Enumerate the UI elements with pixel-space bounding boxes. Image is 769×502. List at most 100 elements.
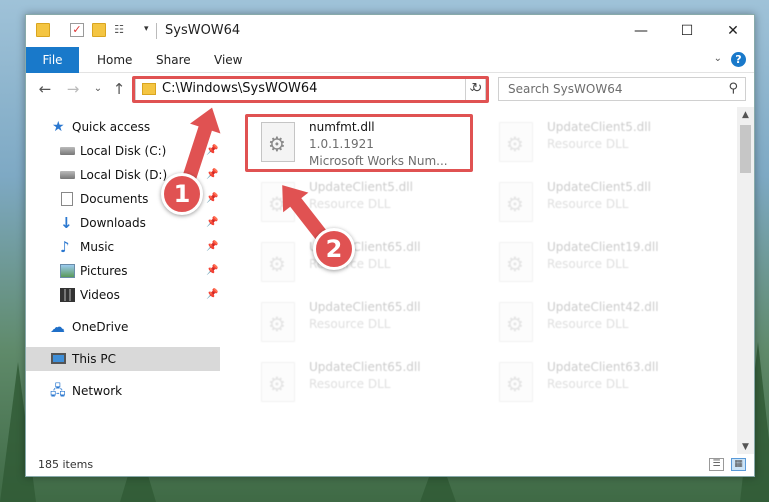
pin-icon[interactable]: 📌 bbox=[206, 289, 218, 300]
scroll-up-icon[interactable]: ▲ bbox=[737, 107, 754, 123]
item-count: 185 items bbox=[38, 458, 94, 471]
pin-icon[interactable]: 📌 bbox=[206, 265, 218, 276]
explorer-window: ✓ ☷ ▾ SysWOW64 — ☐ ✕ File Home Share Vie… bbox=[25, 14, 755, 477]
file-name: UpdateClient63.dll bbox=[547, 360, 659, 374]
pin-icon[interactable]: 📌 bbox=[206, 145, 218, 156]
close-button[interactable]: ✕ bbox=[710, 15, 754, 47]
network-icon: 🖧 bbox=[50, 383, 66, 399]
qat-dropdown-icon[interactable]: ▾ bbox=[144, 24, 149, 34]
sidebar-item-downloads[interactable]: ↓ Downloads 📌 bbox=[26, 211, 220, 235]
navigation-bar: ← → ⌄ ↑ C:\Windows\SysWOW64 ⌄ ↻ Search S… bbox=[26, 74, 754, 105]
pin-icon[interactable]: 📌 bbox=[206, 193, 218, 204]
file-name: UpdateClient19.dll bbox=[547, 240, 659, 254]
music-icon: ♪ bbox=[60, 238, 70, 256]
up-arrow-icon[interactable]: ↑ bbox=[110, 79, 128, 99]
back-arrow-icon[interactable]: ← bbox=[36, 79, 54, 99]
file-description: Resource DLL bbox=[547, 257, 629, 271]
tab-file[interactable]: File bbox=[26, 47, 79, 73]
sidebar-item-label: Downloads bbox=[80, 216, 146, 230]
ribbon-tabs: File Home Share View ⌄ ? bbox=[26, 47, 754, 73]
minimize-button[interactable]: — bbox=[618, 15, 664, 47]
file-tile[interactable]: UpdateClient65.dll Resource DLL bbox=[249, 297, 479, 355]
maximize-button[interactable]: ☐ bbox=[664, 15, 710, 47]
sidebar-item-label: This PC bbox=[72, 352, 116, 366]
cloud-icon: ☁ bbox=[50, 318, 65, 336]
sidebar-item-label: OneDrive bbox=[72, 320, 129, 334]
details-view-icon[interactable]: ☰ bbox=[709, 458, 724, 471]
pin-icon[interactable]: 📌 bbox=[206, 169, 218, 180]
file-description: Resource DLL bbox=[309, 317, 391, 331]
dll-file-icon bbox=[261, 362, 295, 402]
search-icon[interactable]: ⚲ bbox=[728, 81, 738, 96]
folder-icon bbox=[36, 23, 50, 37]
dll-file-icon bbox=[261, 242, 295, 282]
tab-share[interactable]: Share bbox=[156, 47, 191, 73]
file-description: Resource DLL bbox=[547, 137, 629, 151]
file-tile[interactable]: UpdateClient65.dll Resource DLL bbox=[249, 357, 479, 415]
file-name: UpdateClient42.dll bbox=[547, 300, 659, 314]
file-tile[interactable]: UpdateClient42.dll Resource DLL bbox=[487, 297, 717, 355]
dll-file-icon bbox=[261, 302, 295, 342]
file-tile[interactable]: UpdateClient5.dll Resource DLL bbox=[487, 117, 717, 175]
sidebar-item-label: Network bbox=[72, 384, 123, 398]
file-tile[interactable]: UpdateClient63.dll Resource DLL bbox=[487, 357, 717, 415]
sidebar-item-label: Quick access bbox=[72, 120, 151, 134]
callout-badge-1: 1 bbox=[161, 173, 203, 215]
drive-icon bbox=[60, 147, 75, 155]
file-tile[interactable]: UpdateClient19.dll Resource DLL bbox=[487, 237, 717, 295]
file-name: UpdateClient65.dll bbox=[309, 360, 421, 374]
dll-file-icon bbox=[499, 302, 533, 342]
file-description: Resource DLL bbox=[547, 197, 629, 211]
sidebar-item-network[interactable]: 🖧 Network bbox=[26, 379, 220, 403]
file-name: UpdateClient65.dll bbox=[309, 300, 421, 314]
dll-file-icon bbox=[499, 362, 533, 402]
sidebar-item-music[interactable]: ♪ Music 📌 bbox=[26, 235, 220, 259]
dll-file-icon bbox=[499, 242, 533, 282]
file-name: UpdateClient5.dll bbox=[309, 180, 413, 194]
recent-dropdown-icon[interactable]: ⌄ bbox=[89, 79, 107, 99]
address-highlight-box bbox=[132, 76, 489, 103]
tab-view[interactable]: View bbox=[214, 47, 242, 73]
properties-check-icon[interactable]: ✓ bbox=[70, 23, 84, 37]
callout-badge-2: 2 bbox=[313, 228, 355, 270]
sidebar-item-label: Pictures bbox=[80, 264, 128, 278]
dll-file-icon bbox=[499, 182, 533, 222]
forward-arrow-icon[interactable]: → bbox=[64, 79, 82, 99]
sidebar-item-label: Documents bbox=[80, 192, 149, 206]
file-name: UpdateClient5.dll bbox=[547, 120, 651, 134]
drive-icon bbox=[60, 171, 75, 179]
title-separator bbox=[156, 23, 157, 39]
sidebar-item-this-pc[interactable]: This PC bbox=[26, 347, 220, 371]
expand-ribbon-icon[interactable]: ⌄ bbox=[714, 53, 722, 64]
documents-icon bbox=[61, 192, 73, 206]
star-icon: ★ bbox=[52, 119, 65, 135]
file-tile[interactable]: UpdateClient5.dll Resource DLL bbox=[487, 177, 717, 235]
scroll-down-icon[interactable]: ▼ bbox=[737, 439, 754, 455]
sidebar-item-label: Local Disk (C:) bbox=[80, 144, 167, 158]
vertical-scrollbar[interactable]: ▲ ▼ bbox=[737, 107, 754, 455]
sidebar-item-onedrive[interactable]: ☁ OneDrive bbox=[26, 315, 220, 339]
file-name: UpdateClient5.dll bbox=[547, 180, 651, 194]
new-folder-icon[interactable] bbox=[92, 23, 106, 37]
status-bar: 185 items ☰ ▦ bbox=[26, 454, 754, 476]
tab-home[interactable]: Home bbox=[97, 47, 132, 73]
scroll-thumb[interactable] bbox=[740, 125, 751, 173]
download-icon: ↓ bbox=[60, 214, 73, 232]
title-bar: ✓ ☷ ▾ SysWOW64 — ☐ ✕ bbox=[26, 15, 754, 47]
computer-icon bbox=[51, 353, 66, 364]
file-highlight-box bbox=[245, 114, 473, 172]
pin-icon[interactable]: 📌 bbox=[206, 241, 218, 252]
file-tile[interactable]: UpdateClient65.dll Resource DLL bbox=[249, 237, 479, 295]
videos-icon bbox=[60, 288, 75, 302]
search-box[interactable]: Search SysWOW64 ⚲ bbox=[498, 77, 746, 101]
help-button[interactable]: ? bbox=[731, 52, 746, 67]
customize-icon[interactable]: ☷ bbox=[112, 23, 126, 37]
file-description: Resource DLL bbox=[547, 317, 629, 331]
pin-icon[interactable]: 📌 bbox=[206, 217, 218, 228]
sidebar-item-pictures[interactable]: Pictures 📌 bbox=[26, 259, 220, 283]
pictures-icon bbox=[60, 264, 75, 278]
sidebar-item-label: Videos bbox=[80, 288, 120, 302]
tiles-view-icon[interactable]: ▦ bbox=[731, 458, 746, 471]
file-description: Resource DLL bbox=[547, 377, 629, 391]
sidebar-item-videos[interactable]: Videos 📌 bbox=[26, 283, 220, 307]
